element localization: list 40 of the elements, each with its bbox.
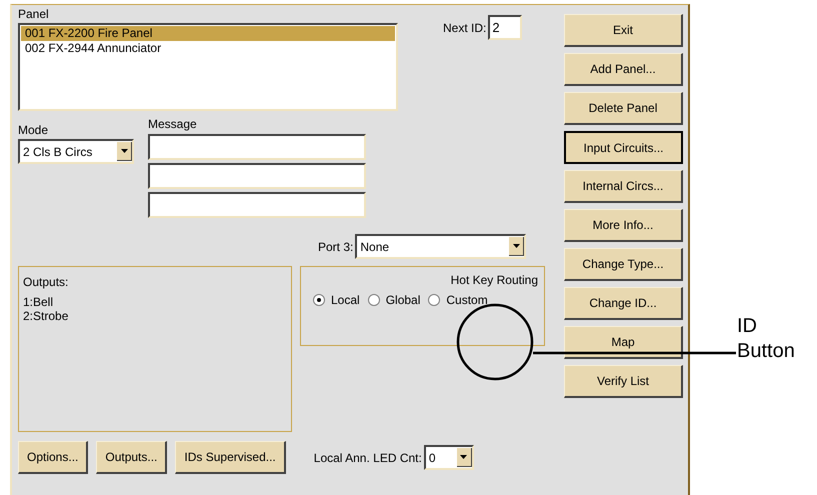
led-count-dropdown[interactable]: 0 — [424, 445, 474, 470]
message-label: Message — [148, 117, 198, 131]
panel-list-item[interactable]: 002 FX-2944 Annunciator — [21, 41, 395, 56]
callout-label: ID Button — [737, 314, 796, 364]
side-button[interactable]: Add Panel... — [564, 53, 683, 86]
radio-button[interactable] — [313, 294, 325, 306]
side-button[interactable]: Change ID... — [564, 287, 683, 320]
side-button[interactable]: Change Type... — [564, 248, 683, 281]
led-count-label: Local Ann. LED Cnt: — [314, 450, 422, 464]
next-id-label: Next ID: — [443, 21, 486, 35]
port-3-dropdown[interactable]: None — [355, 234, 526, 259]
outputs-title: Outputs: — [23, 275, 70, 289]
side-button[interactable]: Exit — [564, 14, 683, 47]
side-button[interactable]: Input Circuits... — [564, 131, 683, 164]
side-button[interactable]: Verify List — [564, 365, 683, 398]
panel-list-item[interactable]: 001 FX-2200 Fire Panel — [21, 26, 395, 41]
radio-label[interactable]: Custom — [446, 293, 488, 307]
mode-label: Mode — [18, 123, 50, 137]
side-button[interactable]: Internal Circs... — [564, 170, 683, 203]
radio-label[interactable]: Local — [331, 293, 360, 307]
message-field[interactable] — [148, 163, 366, 189]
dialog-button[interactable]: IDs Supervised... — [175, 441, 286, 474]
hot-key-routing-title: Hot Key Routing — [450, 273, 538, 287]
dialog-button[interactable]: Options... — [18, 441, 88, 474]
radio-button[interactable] — [428, 294, 440, 306]
side-button[interactable]: Map — [564, 326, 683, 359]
dialog-button[interactable]: Outputs... — [96, 441, 168, 474]
panel-label: Panel — [18, 7, 50, 21]
output-line: 1:Bell — [23, 295, 54, 309]
output-line: 2:Strobe — [23, 309, 70, 323]
radio-button[interactable] — [368, 294, 380, 306]
radio-label[interactable]: Global — [386, 293, 420, 307]
message-field[interactable] — [148, 192, 366, 218]
next-id-field[interactable]: 2 — [488, 15, 522, 40]
panel-list[interactable]: 001 FX-2200 Fire Panel 002 FX-2944 Annunciator — [18, 23, 398, 111]
side-button[interactable]: More Info... — [564, 209, 683, 242]
port-3-label: Port 3: — [318, 240, 354, 254]
mode-dropdown[interactable]: 2 Cls B Circs — [18, 139, 134, 164]
side-button[interactable]: Delete Panel — [564, 92, 683, 125]
message-field[interactable] — [148, 134, 366, 160]
